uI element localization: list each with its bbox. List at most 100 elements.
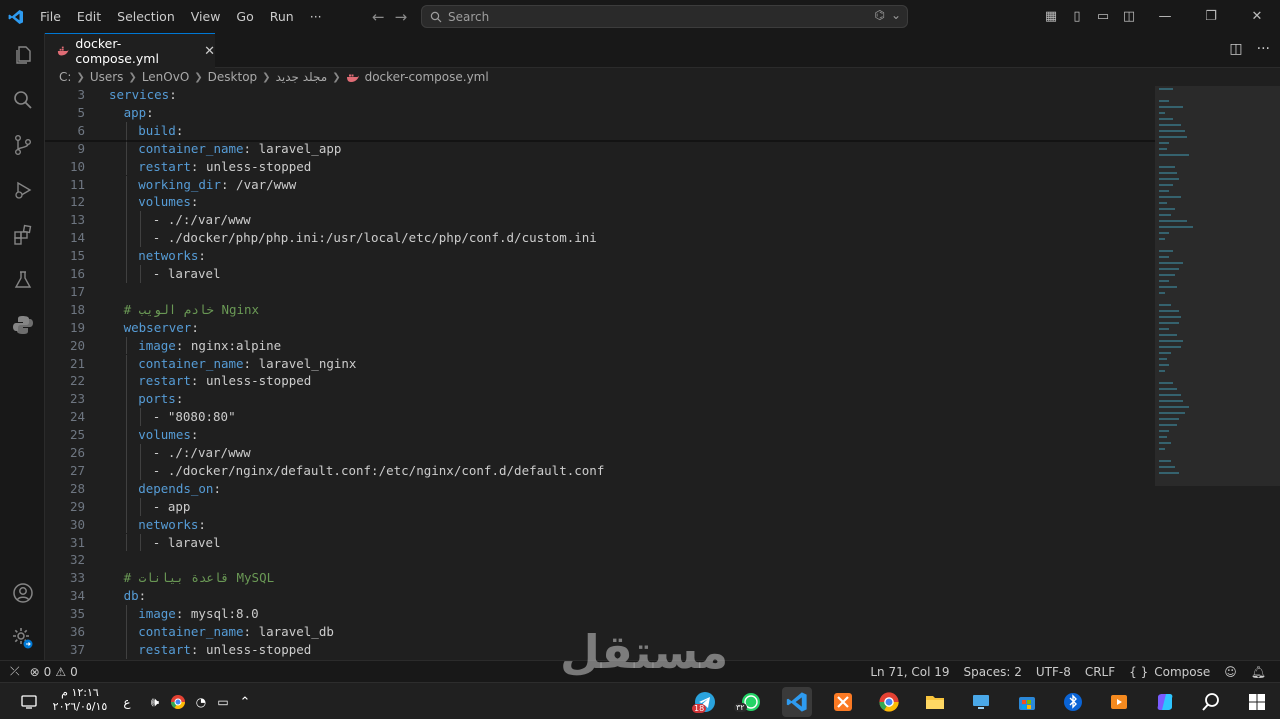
- language-mode[interactable]: { } Compose: [1129, 665, 1210, 679]
- code-line[interactable]: 13 - ./:/var/www: [45, 211, 1155, 230]
- tray-chevron-up-icon[interactable]: ⌃: [230, 687, 260, 717]
- remote-indicator-icon[interactable]: ⤫: [10, 664, 20, 679]
- code-line[interactable]: 28 depends_on:: [45, 479, 1155, 498]
- menu-item[interactable]: File: [32, 0, 69, 33]
- code-line[interactable]: 11 working_dir: /var/www: [45, 175, 1155, 194]
- code-line[interactable]: 36 container_name: laravel_db: [45, 623, 1155, 641]
- vscode-app-icon[interactable]: [782, 687, 812, 717]
- breadcrumb-item[interactable]: Desktop: [208, 70, 258, 84]
- code-line[interactable]: 18 # خادم الويب Nginx: [45, 301, 1155, 319]
- python-icon[interactable]: [0, 305, 45, 345]
- menu-item[interactable]: View: [183, 0, 229, 33]
- code-line[interactable]: 6 build:: [45, 121, 1155, 140]
- remote-desktop-app-icon[interactable]: [966, 687, 996, 717]
- layout-icon[interactable]: ▦: [1038, 9, 1064, 24]
- extensions-icon[interactable]: [0, 215, 45, 255]
- minimap[interactable]: [1155, 86, 1280, 660]
- code-line[interactable]: 37 restart: unless-stopped: [45, 640, 1155, 659]
- tab-docker-compose[interactable]: docker-compose.yml ✕: [45, 33, 215, 68]
- chevron-down-icon[interactable]: ⌄: [891, 8, 901, 22]
- code-line[interactable]: 29 - app: [45, 497, 1155, 516]
- indentation[interactable]: Spaces: 2: [964, 665, 1022, 679]
- code-line[interactable]: 9 container_name: laravel_app: [45, 139, 1155, 158]
- breadcrumb-item[interactable]: مجلد جديد: [276, 70, 328, 84]
- code-line[interactable]: 10 restart: unless-stopped: [45, 157, 1155, 176]
- code-text: restart: unless-stopped: [138, 641, 311, 659]
- split-editor-icon[interactable]: ◫: [1229, 41, 1242, 57]
- telegram-app-icon[interactable]: 18: [690, 687, 720, 717]
- breadcrumb-item[interactable]: C:: [59, 70, 71, 84]
- input-language[interactable]: ع: [112, 687, 142, 717]
- testing-icon[interactable]: [0, 260, 45, 300]
- explorer-icon[interactable]: [0, 35, 45, 75]
- close-window-button[interactable]: ✕: [1234, 9, 1280, 24]
- copilot-app-icon[interactable]: [1150, 687, 1180, 717]
- code-line[interactable]: 23 ports:: [45, 390, 1155, 409]
- chrome-app-icon[interactable]: [874, 687, 904, 717]
- media-player-app-icon[interactable]: [1104, 687, 1134, 717]
- end-of-line[interactable]: CRLF: [1085, 665, 1115, 679]
- forward-arrow-icon[interactable]: →: [395, 8, 408, 26]
- code-line[interactable]: 5 app:: [45, 104, 1155, 122]
- code-line[interactable]: 14 - ./docker/php/php.ini:/usr/local/etc/…: [45, 229, 1155, 248]
- start-button-icon[interactable]: [1242, 687, 1272, 717]
- toggle-panel-icon[interactable]: ▭: [1090, 9, 1116, 24]
- code-line[interactable]: 25 volumes:: [45, 426, 1155, 444]
- code-line[interactable]: 3 services:: [45, 86, 1155, 104]
- breadcrumb-item[interactable]: LenOvO: [142, 70, 189, 84]
- source-control-icon[interactable]: [0, 125, 45, 165]
- menu-item[interactable]: ···: [302, 0, 330, 33]
- code-editor[interactable]: 3 services: 5 app: 6 build: 9 container_name: l…: [45, 86, 1155, 660]
- search-sidebar-icon[interactable]: [0, 80, 45, 120]
- restore-button[interactable]: ❐: [1188, 9, 1234, 24]
- breadcrumb-item[interactable]: Users: [90, 70, 124, 84]
- code-line[interactable]: 26 - ./:/var/www: [45, 444, 1155, 462]
- code-line[interactable]: 20 image: nginx:alpine: [45, 336, 1155, 355]
- code-line[interactable]: 32: [45, 551, 1155, 569]
- bluetooth-app-icon[interactable]: [1058, 687, 1088, 717]
- more-actions-icon[interactable]: ···: [1257, 41, 1270, 57]
- notifications-icon[interactable]: [14, 687, 44, 717]
- copilot-status-icon[interactable]: ☺: [1224, 665, 1237, 679]
- account-icon[interactable]: [0, 573, 45, 613]
- xampp-app-icon[interactable]: [828, 687, 858, 717]
- menu-item[interactable]: Run: [262, 0, 302, 33]
- code-line[interactable]: 22 restart: unless-stopped: [45, 372, 1155, 391]
- problems-indicator[interactable]: ⊗ 0 ⚠ 0: [30, 665, 78, 679]
- toggle-sidebar-icon[interactable]: ▯: [1064, 9, 1090, 24]
- cursor-position[interactable]: Ln 71, Col 19: [870, 665, 949, 679]
- code-line[interactable]: 24 - "8080:80": [45, 408, 1155, 427]
- code-line[interactable]: 35 image: mysql:8.0: [45, 605, 1155, 623]
- code-line[interactable]: 16 - laravel: [45, 265, 1155, 283]
- minimize-button[interactable]: —: [1142, 9, 1188, 24]
- back-arrow-icon[interactable]: ←: [372, 8, 385, 26]
- code-line[interactable]: 19 webserver:: [45, 319, 1155, 337]
- menu-item[interactable]: Edit: [69, 0, 109, 33]
- menu-item[interactable]: Go: [228, 0, 261, 33]
- code-line[interactable]: 31 - laravel: [45, 533, 1155, 552]
- minimap-line: [1159, 400, 1183, 402]
- notifications-bell-icon[interactable]: 🔔︎: [1251, 665, 1266, 679]
- encoding[interactable]: UTF-8: [1036, 665, 1071, 679]
- code-line[interactable]: 33 # قاعدة بيانات MySQL: [45, 569, 1155, 587]
- toggle-secondary-sidebar-icon[interactable]: ◫: [1116, 9, 1142, 24]
- store-app-icon[interactable]: [1012, 687, 1042, 717]
- menu-item[interactable]: Selection: [109, 0, 183, 33]
- command-search-box[interactable]: Search ⌬ ⌄: [421, 5, 908, 28]
- code-line[interactable]: 15 networks:: [45, 247, 1155, 265]
- breadcrumb-item[interactable]: docker-compose.yml: [365, 70, 489, 84]
- manage-gear-icon[interactable]: [0, 618, 45, 658]
- run-debug-icon[interactable]: [0, 170, 45, 210]
- copilot-icon[interactable]: ⌬: [874, 8, 884, 22]
- system-clock[interactable]: ١٢:١٦ م ٢٠٢٦/٠٥/١٥: [50, 686, 110, 714]
- code-line[interactable]: 17: [45, 283, 1155, 301]
- file-explorer-app-icon[interactable]: [920, 687, 950, 717]
- code-line[interactable]: 27 - ./docker/nginx/default.conf:/etc/ngi…: [45, 461, 1155, 480]
- close-tab-icon[interactable]: ✕: [204, 44, 215, 59]
- code-line[interactable]: 21 container_name: laravel_nginx: [45, 354, 1155, 373]
- code-line[interactable]: 12 volumes:: [45, 193, 1155, 212]
- search-taskbar-icon[interactable]: [1196, 687, 1226, 717]
- code-line[interactable]: 34 db:: [45, 587, 1155, 605]
- code-line[interactable]: 30 networks:: [45, 515, 1155, 534]
- whatsapp-app-icon[interactable]: ٣٢: [734, 687, 766, 717]
